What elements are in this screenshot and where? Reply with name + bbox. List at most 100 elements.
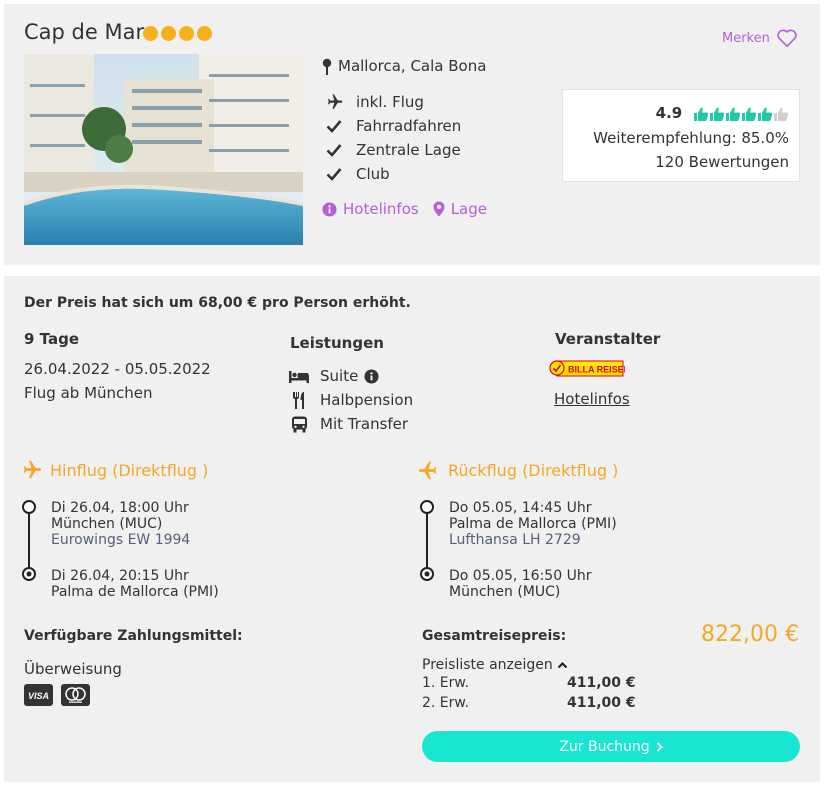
- return-timeline: [420, 500, 434, 581]
- hotel-card: Cap de Mar Merken Mallorca, Cala Bona in…: [4, 4, 820, 265]
- recommendation-rate: Weiterempfehlung: 85.0%: [593, 129, 789, 147]
- feature-label: inkl. Flug: [356, 93, 424, 111]
- service-label: Mit Transfer: [320, 415, 409, 433]
- service-item: Halbpension: [288, 388, 413, 412]
- feature-item: Club: [322, 162, 461, 186]
- total-price: 822,00 €: [701, 622, 799, 647]
- feature-list: inkl. Flug Fahrradfahren Zentrale Lage C…: [322, 90, 461, 186]
- return-arrival: Do 05.05, 16:50 Uhr München (MUC): [449, 568, 591, 600]
- outbound-flight-title: Hinflug (Direktflug ): [50, 460, 209, 480]
- mastercard-icon: [61, 684, 90, 706]
- price-row-label: 2. Erw.: [422, 695, 470, 711]
- checkmark-icon: [326, 144, 342, 157]
- service-label: Suite: [320, 367, 359, 385]
- lage-link[interactable]: Lage: [433, 200, 487, 218]
- star-icon: [179, 26, 194, 41]
- star-icon: [197, 26, 212, 41]
- payment-cards: VISA: [24, 684, 90, 706]
- price-row-value: 411,00 €: [567, 695, 636, 711]
- feature-label: Zentrale Lage: [356, 141, 461, 159]
- service-item: Suite: [288, 364, 413, 388]
- thumbs-up-icon: [726, 107, 741, 121]
- bed-icon: [289, 371, 309, 383]
- feature-label: Fahrradfahren: [356, 117, 462, 135]
- review-count[interactable]: 120 Bewertungen: [655, 153, 789, 171]
- return-departure: Do 05.05, 14:45 Uhr Palma de Mallorca (P…: [449, 500, 617, 548]
- service-label: Halbpension: [320, 391, 414, 409]
- thumbs-up-icon: [774, 107, 789, 121]
- hotelinfos-label: Hotelinfos: [343, 200, 419, 218]
- return-arr-airport: München (MUC): [449, 584, 561, 600]
- rating-box[interactable]: 4.9 Weiterempfehlung: 85.0% 120 Bewertun…: [562, 89, 800, 182]
- cutlery-icon: [293, 391, 304, 409]
- thumbs-up-icon: [710, 107, 725, 121]
- visa-card-icon: VISA: [24, 684, 53, 706]
- map-marker-icon: [433, 201, 445, 217]
- price-list-toggle-label: Preisliste anzeigen: [422, 657, 553, 673]
- price-row-label: 1. Erw.: [422, 675, 470, 691]
- total-price-title: Gesamtreisepreis:: [422, 628, 567, 644]
- merken-button[interactable]: Merken: [722, 28, 798, 48]
- price-row: 2. Erw. 411,00 €: [422, 695, 636, 711]
- outbound-timeline: [22, 500, 36, 581]
- airplane-icon: [328, 94, 343, 109]
- outbound-arr-airport: Palma de Mallorca (PMI): [51, 584, 219, 600]
- svg-text:VISA: VISA: [28, 691, 49, 701]
- operator-title: Veranstalter: [555, 330, 661, 348]
- info-circle-icon: [322, 201, 337, 217]
- checkmark-icon: [326, 120, 342, 133]
- chevron-up-icon: [557, 661, 568, 669]
- rating-score-row: 4.9: [656, 104, 789, 122]
- trip-duration: 9 Tage: [24, 330, 79, 348]
- service-item: Mit Transfer: [288, 412, 413, 436]
- return-flight-title: Rückflug (Direktflug ): [448, 460, 619, 480]
- return-airline: Lufthansa LH 2729: [449, 532, 581, 548]
- feature-item: Fahrradfahren: [322, 114, 461, 138]
- departure-airport: Flug ab München: [24, 384, 153, 402]
- rating-thumbs: [693, 106, 789, 122]
- map-pin-icon: [322, 58, 332, 75]
- outbound-arrival: Di 26.04, 20:15 Uhr Palma de Mallorca (P…: [51, 568, 219, 600]
- return-dep-airport: Palma de Mallorca (PMI): [449, 516, 617, 532]
- outbound-arr-time: Di 26.04, 20:15 Uhr: [51, 568, 189, 584]
- star-icon: [161, 26, 176, 41]
- lage-label: Lage: [450, 200, 487, 218]
- outbound-airline: Eurowings EW 1994: [51, 532, 191, 548]
- trip-dates: 26.04.2022 - 05.05.2022: [24, 360, 211, 378]
- hotel-photo[interactable]: [24, 54, 303, 245]
- hotel-name[interactable]: Cap de Mar: [24, 20, 144, 44]
- location-label: Mallorca, Cala Bona: [338, 57, 487, 75]
- return-flight-header: Rückflug (Direktflug ): [418, 459, 618, 481]
- checkmark-icon: [326, 168, 342, 181]
- merken-label: Merken: [722, 30, 770, 46]
- hotel-stars: [143, 26, 212, 41]
- hotel-links: Hotelinfos Lage: [322, 200, 487, 218]
- return-arr-time: Do 05.05, 16:50 Uhr: [449, 568, 592, 584]
- bus-icon: [291, 416, 307, 432]
- hotelinfos-link[interactable]: Hotelinfos: [322, 200, 419, 218]
- outbound-departure: Di 26.04, 18:00 Uhr München (MUC) Eurowi…: [51, 500, 190, 548]
- operator-logo-text: BILLA REISEN: [568, 365, 625, 375]
- price-list-toggle[interactable]: Preisliste anzeigen: [422, 657, 568, 673]
- return-dep-time: Do 05.05, 14:45 Uhr: [449, 500, 592, 516]
- heart-icon: [777, 29, 797, 47]
- thumbs-up-icon: [742, 107, 757, 121]
- services-title: Leistungen: [290, 334, 384, 352]
- airplane-icon: [23, 460, 42, 479]
- operator-hotelinfos-link[interactable]: Hotelinfos: [554, 390, 630, 408]
- star-icon: [143, 26, 158, 41]
- outbound-dep-airport: München (MUC): [51, 516, 163, 532]
- services-list: Suite Halbpension Mit Transfer: [288, 364, 413, 436]
- outbound-flight-header: Hinflug (Direktflug ): [20, 459, 208, 481]
- payment-method: Überweisung: [24, 660, 122, 678]
- price-change-notice: Der Preis hat sich um 68,00 € pro Person…: [24, 295, 411, 311]
- price-row-value: 411,00 €: [567, 675, 636, 691]
- thumbs-up-icon: [758, 107, 773, 121]
- outbound-dep-time: Di 26.04, 18:00 Uhr: [51, 500, 189, 516]
- feature-item: inkl. Flug: [322, 90, 461, 114]
- info-circle-icon[interactable]: [364, 368, 379, 384]
- price-row: 1. Erw. 411,00 €: [422, 675, 636, 691]
- offer-card: Der Preis hat sich um 68,00 € pro Person…: [4, 276, 820, 782]
- airplane-icon: [418, 461, 437, 480]
- book-button[interactable]: Zur Buchung: [422, 731, 800, 762]
